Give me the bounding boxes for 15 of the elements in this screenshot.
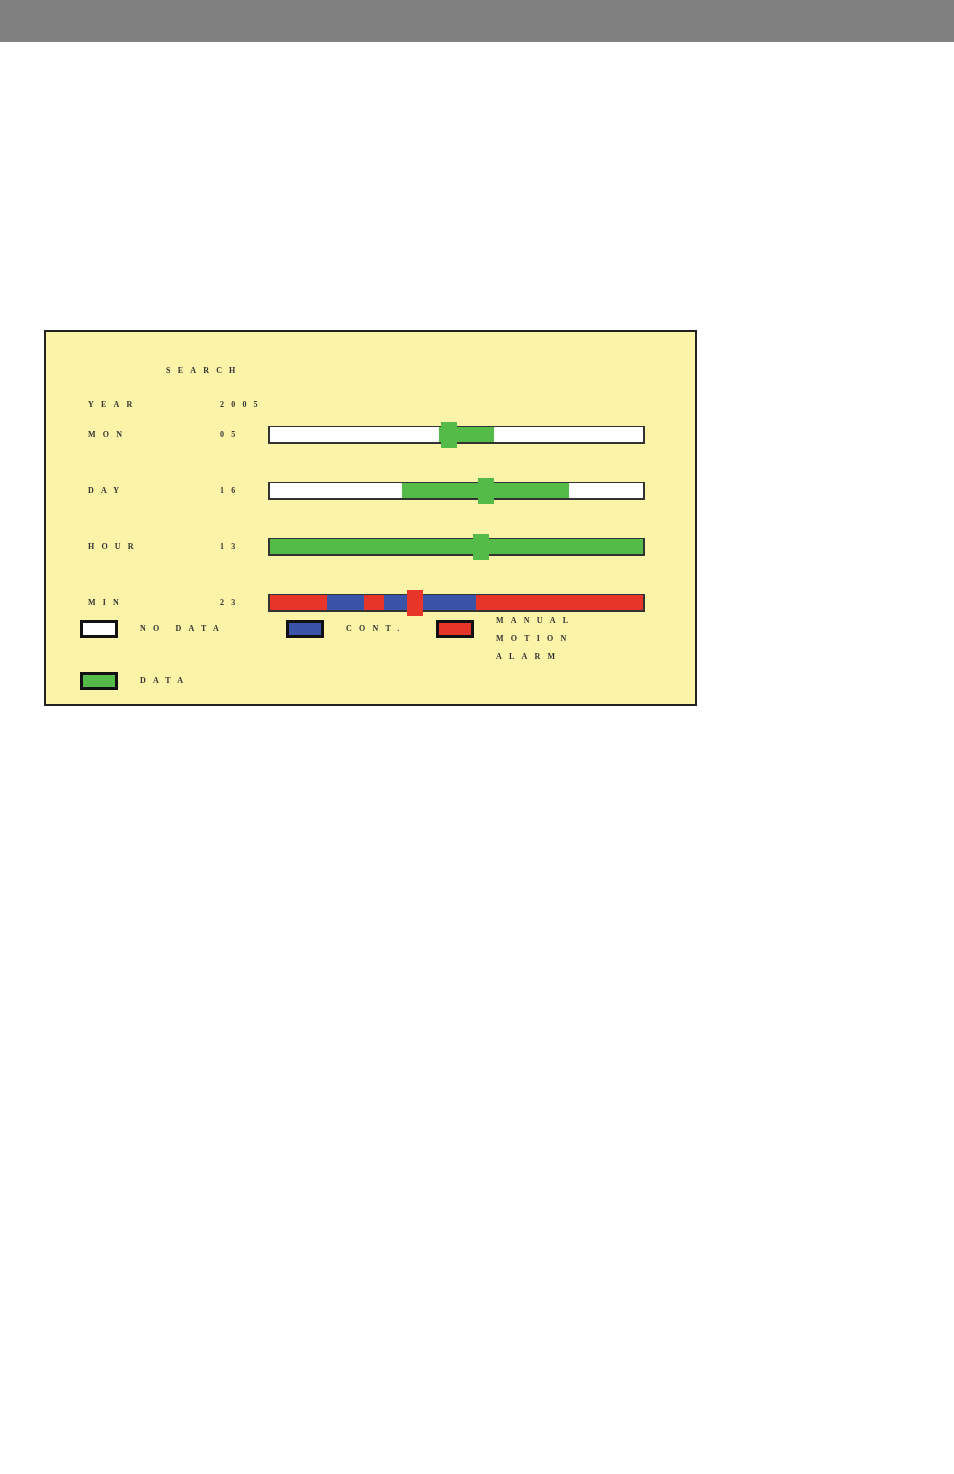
field-label: MON: [87, 430, 131, 440]
field-value: 16: [219, 486, 244, 496]
year-value: 2005: [219, 400, 266, 410]
legend-label: DATA: [140, 675, 191, 687]
legend-label: MANUAL MOTION ALARM: [496, 615, 576, 663]
field-label: MIN: [87, 598, 128, 608]
field-value: 13: [219, 542, 244, 552]
field-value: 23: [219, 598, 244, 608]
legend-label: NO DATA: [140, 623, 226, 635]
field-label: DAY: [87, 486, 128, 496]
search-title: SEARCH: [166, 366, 244, 376]
year-label: YEAR: [87, 400, 141, 410]
legend-label: CONT.: [346, 623, 407, 635]
field-value: 05: [219, 430, 244, 440]
field-label: HOUR: [87, 542, 142, 552]
